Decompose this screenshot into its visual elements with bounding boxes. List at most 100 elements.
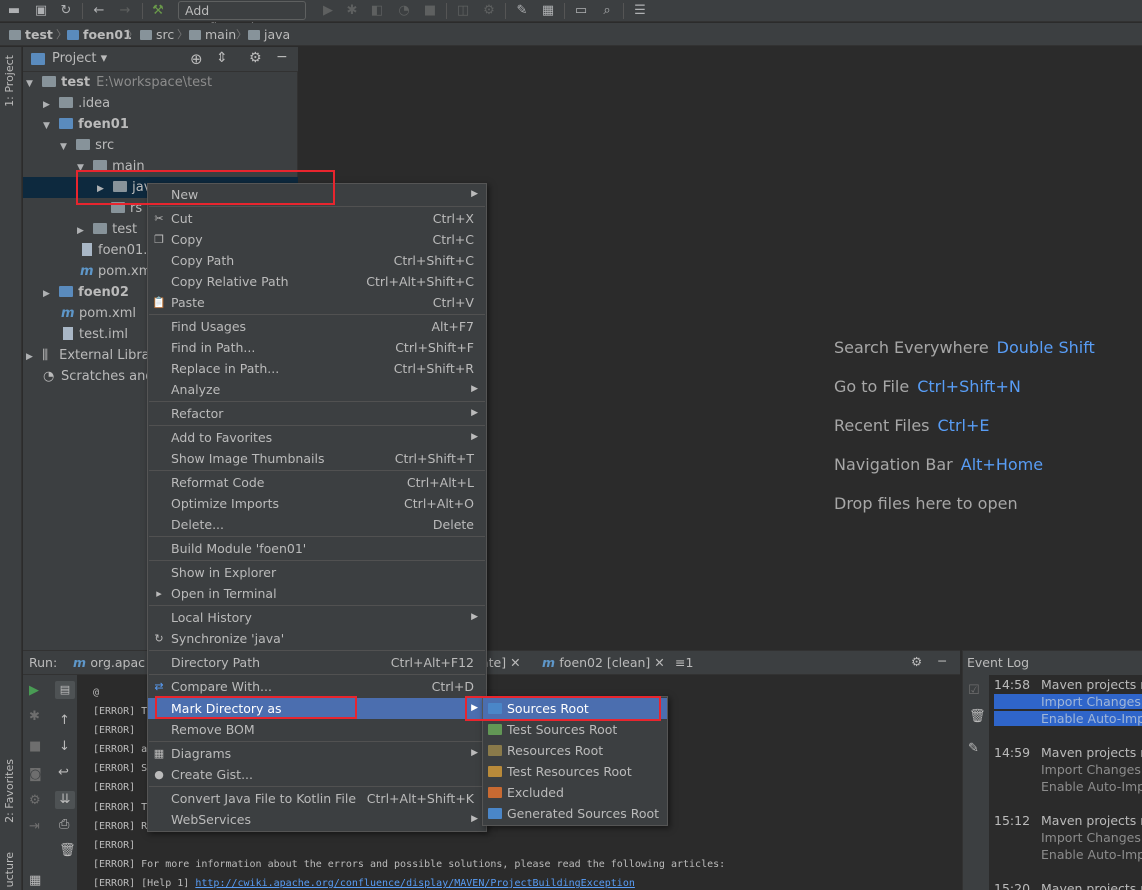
help-link[interactable]: http://cwiki.apache.org/confluence/displ…: [195, 878, 635, 889]
breadcrumb-item-test[interactable]: test: [9, 26, 53, 43]
trash-icon[interactable]: 🗑: [59, 843, 76, 858]
forward-icon[interactable]: →: [117, 3, 133, 19]
settings-icon[interactable]: ⚙: [29, 793, 41, 808]
open-folder-icon[interactable]: ▬: [6, 3, 22, 19]
expanded-arrow-icon[interactable]: ▼: [43, 116, 55, 137]
collapsed-arrow-icon[interactable]: ▶: [77, 221, 89, 242]
locate-target-icon[interactable]: ⊕: [190, 50, 203, 68]
menu-item-copy-path[interactable]: Copy Path Ctrl+Shift+C: [148, 250, 486, 271]
favorites-tool-tab[interactable]: 2: Favorites: [3, 759, 16, 823]
rerun-icon[interactable]: ▶: [29, 683, 39, 698]
hide-panel-icon[interactable]: −: [276, 49, 288, 65]
tree-item-test-root[interactable]: ▼ test E:\workspace\test: [26, 72, 212, 93]
submenu-item-generated-sources-root[interactable]: Generated Sources Root: [483, 803, 667, 824]
submenu-item-excluded[interactable]: Excluded: [483, 782, 667, 803]
import-changes-link[interactable]: Import Changes: [994, 694, 1142, 709]
run-tab-foen02-clean[interactable]: m foen02 [clean] ✕: [542, 655, 665, 670]
menu-item-build-module[interactable]: Build Module 'foen01': [148, 538, 486, 559]
menu-item-remove-bom[interactable]: Remove BOM: [148, 719, 486, 740]
menu-item-replace-in-path[interactable]: Replace in Path... Ctrl+Shift+R: [148, 358, 486, 379]
terminal-icon[interactable]: ▭: [573, 3, 589, 19]
menu-item-diagrams[interactable]: ▦ Diagrams ▶: [148, 743, 486, 764]
soft-wrap-icon[interactable]: ↩: [58, 765, 69, 780]
collapsed-arrow-icon[interactable]: ▶: [43, 95, 55, 116]
breadcrumb-item-java[interactable]: java: [248, 26, 290, 43]
menu-item-create-gist[interactable]: ● Create Gist...: [148, 764, 486, 785]
hide-panel-icon[interactable]: −: [937, 653, 947, 668]
tree-item-foen01-pom[interactable]: m pom.xml: [80, 261, 155, 282]
build-hammer-icon[interactable]: ⚒: [150, 3, 166, 19]
menu-item-directory-path[interactable]: Directory Path Ctrl+Alt+F12: [148, 652, 486, 673]
enable-auto-import-link[interactable]: Enable Auto-Impo: [1041, 779, 1142, 794]
tree-item-foen01-iml[interactable]: foen01.ir: [82, 240, 156, 261]
breadcrumb-item-main[interactable]: main: [189, 26, 236, 43]
layout-icon[interactable]: ▦: [29, 873, 41, 888]
tree-item-scratches[interactable]: ◔ Scratches and: [43, 366, 154, 387]
close-icon[interactable]: ✕: [654, 655, 664, 670]
exit-icon[interactable]: ⇥: [29, 819, 40, 834]
menu-item-reformat-code[interactable]: Reformat Code Ctrl+Alt+L: [148, 472, 486, 493]
expanded-arrow-icon[interactable]: ▼: [60, 137, 72, 158]
menu-item-cut[interactable]: ✂ Cut Ctrl+X: [148, 208, 486, 229]
menu-item-copy[interactable]: ❐ Copy Ctrl+C: [148, 229, 486, 250]
submenu-item-test-resources-root[interactable]: Test Resources Root: [483, 761, 667, 782]
tree-item-foen01[interactable]: ▼ foen01: [43, 114, 129, 135]
import-changes-link[interactable]: Import Changes: [1041, 762, 1141, 777]
tree-item-test-dir[interactable]: ▶ test: [77, 219, 137, 240]
down-arrow-icon[interactable]: ↓: [59, 739, 70, 754]
menu-item-copy-relative-path[interactable]: Copy Relative Path Ctrl+Alt+Shift+C: [148, 271, 486, 292]
project-structure-icon[interactable]: ▦: [540, 3, 556, 19]
collapsed-arrow-icon[interactable]: ▶: [43, 284, 55, 305]
vcs-icon[interactable]: ◫: [455, 3, 471, 19]
menu-item-optimize-imports[interactable]: Optimize Imports Ctrl+Alt+O: [148, 493, 486, 514]
run-icon[interactable]: ▶: [320, 3, 336, 19]
debug-icon[interactable]: ✱: [344, 3, 360, 19]
camera-icon[interactable]: ◙: [29, 767, 42, 782]
back-icon[interactable]: ←: [91, 3, 107, 19]
settings-wrench-icon[interactable]: ✎: [514, 3, 530, 19]
coverage-icon[interactable]: ◧: [369, 3, 385, 19]
menu-item-synchronize[interactable]: ↻ Synchronize 'java': [148, 628, 486, 649]
menu-item-find-in-path[interactable]: Find in Path... Ctrl+Shift+F: [148, 337, 486, 358]
expanded-arrow-icon[interactable]: ▼: [26, 74, 38, 95]
menu-item-refactor[interactable]: Refactor ▶: [148, 403, 486, 424]
structure-tool-tab[interactable]: ucture: [3, 852, 16, 887]
sync-icon[interactable]: ↻: [58, 3, 74, 19]
profile-icon[interactable]: ◔: [396, 3, 412, 19]
menu-item-analyze[interactable]: Analyze ▶: [148, 379, 486, 400]
enable-auto-import-link[interactable]: Enable Auto-Impo: [994, 711, 1142, 726]
menu-item-show-image-thumbnails[interactable]: Show Image Thumbnails Ctrl+Shift+T: [148, 448, 486, 469]
submenu-item-test-sources-root[interactable]: Test Sources Root: [483, 719, 667, 740]
close-icon[interactable]: ✕: [510, 655, 520, 670]
tree-item-root-pom[interactable]: m pom.xml: [61, 303, 136, 324]
gear-icon[interactable]: ⚙: [911, 654, 922, 669]
tree-item-foen02[interactable]: ▶ foen02: [43, 282, 129, 303]
menu-item-open-in-terminal[interactable]: ▸ Open in Terminal: [148, 583, 486, 604]
stop-icon[interactable]: ■: [29, 739, 41, 754]
menu-item-convert-to-kotlin[interactable]: Convert Java File to Kotlin File Ctrl+Alt…: [148, 788, 486, 809]
vcs-update-icon[interactable]: ⚙: [481, 3, 497, 19]
menu-item-paste[interactable]: 📋 Paste Ctrl+V: [148, 292, 486, 313]
tree-item-external-libraries[interactable]: ▶ ⫼ External Librar: [26, 345, 155, 366]
run-tab-org-apache[interactable]: m org.apac: [73, 655, 145, 670]
trash-icon[interactable]: 🗑: [969, 709, 986, 724]
toggle-tree-view-icon[interactable]: ▤: [55, 681, 75, 699]
project-tool-tab[interactable]: 1: Project: [3, 55, 16, 107]
enable-auto-import-link[interactable]: Enable Auto-Impo: [1041, 847, 1142, 862]
submenu-item-resources-root[interactable]: Resources Root: [483, 740, 667, 761]
menu-item-compare-with[interactable]: ⇄ Compare With... Ctrl+D: [148, 676, 486, 697]
menu-item-delete[interactable]: Delete... Delete: [148, 514, 486, 535]
import-changes-link[interactable]: Import Changes: [1041, 830, 1141, 845]
menu-item-webservices[interactable]: WebServices ▶: [148, 809, 486, 830]
collapsed-arrow-icon[interactable]: ▶: [26, 347, 38, 368]
tree-item-src[interactable]: ▼ src: [60, 135, 114, 156]
breadcrumb-item-foen01[interactable]: foen01: [67, 26, 132, 43]
scroll-to-end-icon[interactable]: ⇊: [55, 791, 75, 809]
stop-debug-icon[interactable]: ✱: [29, 709, 40, 724]
project-view-selector[interactable]: Project ▾: [52, 51, 107, 66]
print-icon[interactable]: ⎙: [59, 817, 69, 832]
mark-read-icon[interactable]: ☑: [968, 683, 980, 698]
save-icon[interactable]: ▣: [33, 3, 49, 19]
menu-item-local-history[interactable]: Local History ▶: [148, 607, 486, 628]
wrench-icon[interactable]: ✎: [968, 741, 979, 756]
